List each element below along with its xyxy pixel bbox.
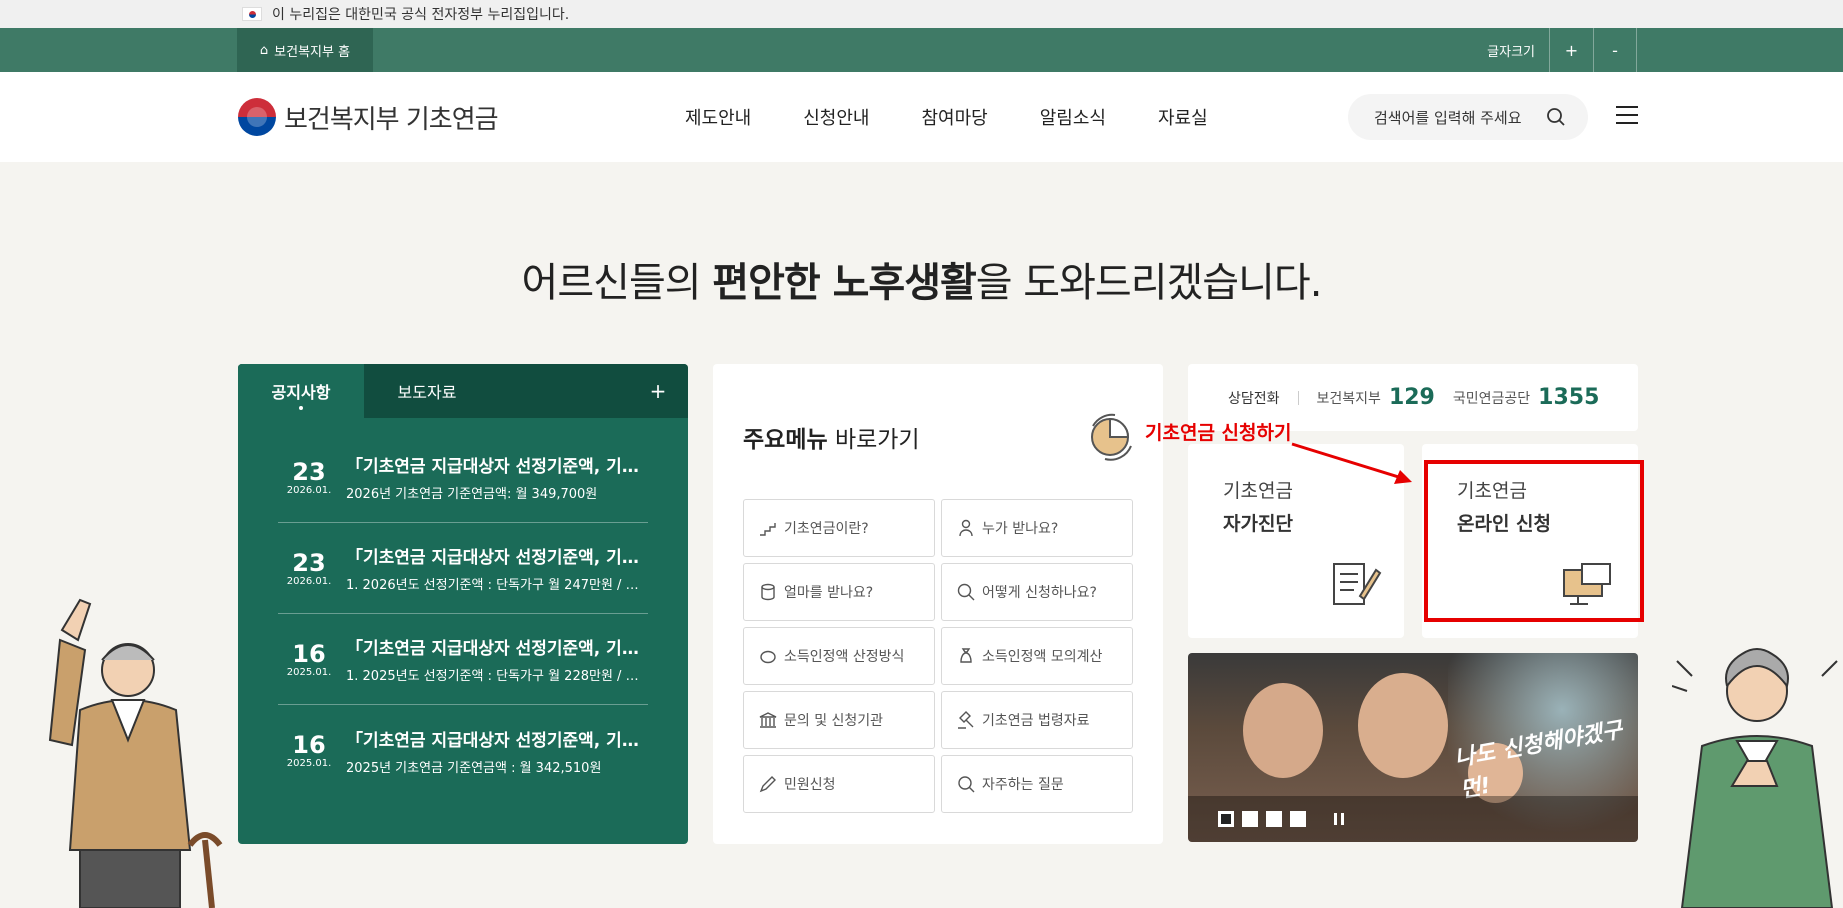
notice-title: 「기초연금 지급대상자 선정기준액, 기준연금액 ... [346,730,648,751]
notice-summary: 2025년 기초연금 기준연금액 : 월 342,510원 [346,760,602,776]
taegeuk-logo-icon [238,98,276,136]
font-size-control: 글자크기 + - [1473,28,1637,72]
gov-notice-bar: 이 누리집은 대한민국 공식 전자정부 누리집입니다. [0,0,1843,28]
quick-faq[interactable]: 자주하는 질문 [941,755,1133,813]
notice-title: 「기초연금 지급대상자 선정기준액, 기준연금액 ... [346,639,648,659]
hero-headline: 어르신들의 편안한 노후생활을 도와드리겠습니다. [521,260,1323,306]
quick-income-calc-method[interactable]: 소득인정액 산정방식 [743,627,935,685]
chat-search-icon [958,776,975,793]
site-logo[interactable]: 보건복지부 기초연금 [238,98,499,136]
font-size-label: 글자크기 [1487,44,1535,60]
annotation-label: 기초연금 신청하기 [1145,422,1292,444]
stairs-icon [760,523,776,536]
nav-item-archive[interactable]: 자료실 [1158,104,1208,130]
notice-panel: 공지사항 보도자료 + 23 2026.01. 「기초연금 지급대상자 선정기준액… [238,364,688,844]
search-icon[interactable] [1546,107,1566,127]
notice-summary: 2026년 기초연금 기준연금액: 월 349,700원 [346,487,598,502]
banner-dot[interactable] [1266,811,1282,827]
hamburger-menu-icon[interactable] [1616,106,1638,124]
annotation-arrow-icon [1291,442,1412,484]
pen-icon [759,776,776,793]
quick-inquiry-office[interactable]: 문의 및 신청기관 [743,691,935,749]
magnifier-money-icon [957,583,975,601]
nav-item-application-guide[interactable]: 신청안내 [803,104,869,130]
tab-notices[interactable]: 공지사항 [238,364,364,418]
notice-date: 23 2026.01. [286,548,332,587]
quick-menu-grid: 기초연금이란? 누가 받나요? 얼마를 받나요? 어떻게 신청하나요? 소득인정… [743,499,1133,813]
elderly-man-illustration [48,598,223,908]
notice-summary: 1. 2025년도 선정기준액 : 단독가구 월 228만원 / 부부... [346,669,648,684]
quick-how-to-apply[interactable]: 어떻게 신청하나요? [941,563,1133,621]
korea-flag-icon [242,7,262,21]
quick-what-is-pension[interactable]: 기초연금이란? [743,499,935,557]
gov-notice-text[interactable]: 이 누리집은 대한민국 공식 전자정부 누리집입니다. [272,4,569,24]
nav-item-news[interactable]: 알림소식 [1040,104,1106,130]
search-box[interactable]: 검색어를 입력해 주세요 [1348,94,1588,140]
call-number-nps[interactable]: 1355 [1538,385,1599,410]
notice-item[interactable]: 162025.01. 「기초연금 지급대상자 선정기준액, 기준연금액 ... 1… [278,614,648,705]
quick-who-receives[interactable]: 누가 받나요? [941,499,1133,557]
notice-date: 16 2025.01. [286,731,332,769]
banner-dot[interactable] [1242,811,1258,827]
pause-icon[interactable] [1334,813,1344,825]
quick-income-simulation[interactable]: 소득인정액 모의계산 [941,627,1133,685]
font-increase-button[interactable]: + [1549,28,1593,72]
notice-summary: 1. 2026년도 선정기준액 : 단독가구 월 247만원 / 부부... [346,578,648,593]
checklist-document-icon [1333,563,1382,605]
search-placeholder: 검색어를 입력해 주세요 [1374,108,1522,127]
banner-dot[interactable] [1218,811,1234,827]
quick-how-much[interactable]: 얼마를 받나요? [743,563,935,621]
home-icon: ⌂ [259,42,269,58]
notice-item[interactable]: 232026.01. 「기초연금 지급대상자 선정기준액, 기준연금액 ... 1… [278,523,648,614]
pie-chart-icon [1091,413,1132,461]
call-org-nps: 국민연금공단 [1452,390,1531,407]
utility-bar: ⌂ 보건복지부 홈 글자크기 + - [0,28,1843,72]
call-org-mohw: 보건복지부 [1316,390,1381,407]
notice-date: 23 2026.01. [286,457,332,496]
nav-item-participation[interactable]: 참여마당 [922,104,988,130]
notice-title: 「기초연금 지급대상자 선정기준액, 기준연금액 ... [346,548,648,568]
call-number-mohw[interactable]: 129 [1389,385,1435,410]
piggy-bank-icon [760,650,776,664]
quick-menu-title: 주요메뉴 바로가기 [743,427,920,453]
main-nav: 제도안내 신청안내 참여마당 알림소식 자료실 [685,104,1208,130]
building-icon [759,712,777,728]
quick-civil-petition[interactable]: 민원신청 [743,755,935,813]
elderly-woman-illustration [1672,648,1838,908]
quick-legal-docs[interactable]: 기초연금 법령자료 [941,691,1133,749]
banner-dot[interactable] [1290,811,1306,827]
call-label: 상담전화 [1228,390,1280,407]
person-icon [959,519,973,537]
notice-date: 16 2025.01. [286,639,332,678]
notice-more-button[interactable]: + [628,364,688,418]
annotation-highlight-box [1424,460,1644,622]
notice-item[interactable]: 162025.01. 「기초연금 지급대상자 선정기준액, 기준연금액 ... 2… [278,705,648,796]
tab-press-releases[interactable]: 보도자료 [364,364,490,418]
notice-item[interactable]: 232026.01. 「기초연금 지급대상자 선정기준액, 기준연금액 ... 2… [278,432,648,523]
money-bag-icon [960,648,972,663]
site-header: 보건복지부 기초연금 제도안내 신청안내 참여마당 알림소식 자료실 검색어를 … [0,72,1843,162]
quick-menu-panel: 주요메뉴 바로가기 기초연금이란? 누가 받나요? 얼마를 받나요? 어떻게 신… [713,364,1163,844]
promo-banner[interactable]: 나도 신청해야겠구먼! [1188,653,1638,842]
font-decrease-button[interactable]: - [1593,28,1637,72]
banner-controls [1188,796,1638,842]
nav-item-system-guide[interactable]: 제도안내 [685,104,751,130]
notice-title: 「기초연금 지급대상자 선정기준액, 기준연금액 ... [346,457,648,477]
ministry-home-link[interactable]: ⌂ 보건복지부 홈 [237,28,373,72]
gavel-icon [958,711,974,729]
coins-icon [761,583,775,601]
notice-tabs: 공지사항 보도자료 + [238,364,688,418]
